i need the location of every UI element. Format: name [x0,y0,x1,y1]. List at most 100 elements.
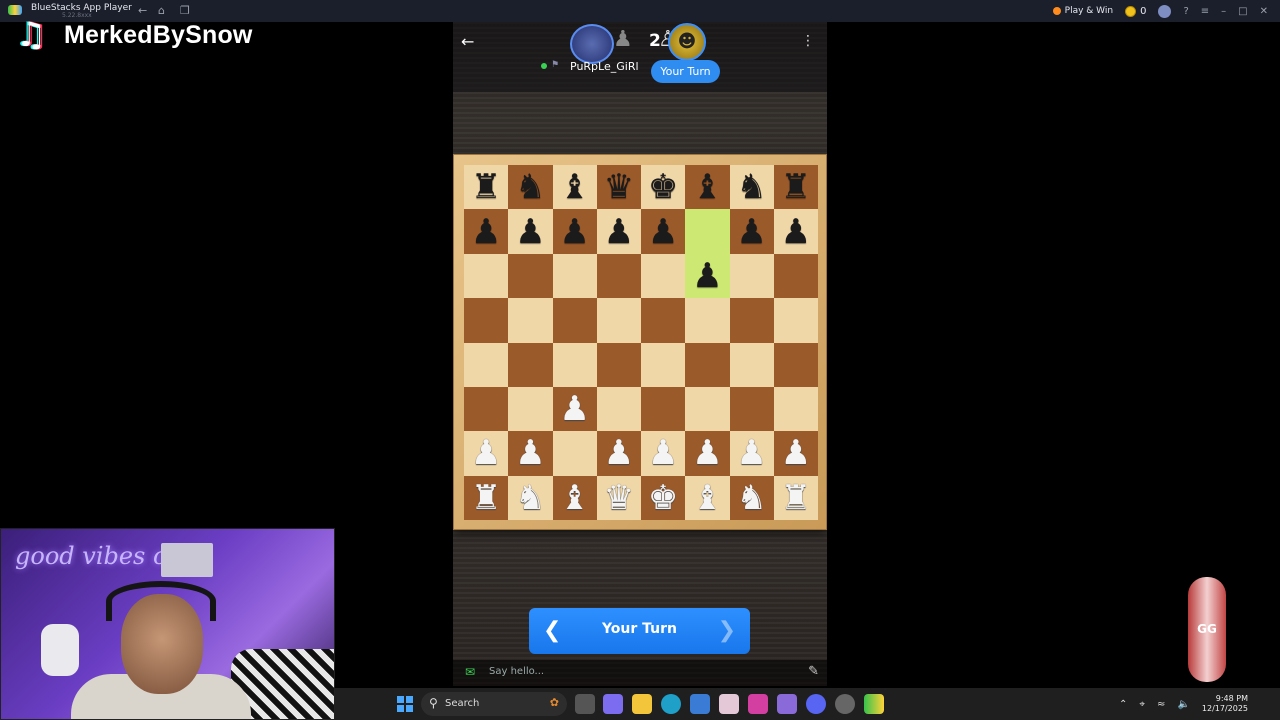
board-square[interactable]: ♟ [685,253,730,299]
white-pawn-icon[interactable]: ♟ [692,436,722,470]
board-square[interactable] [464,342,509,387]
black-knight-icon[interactable]: ♞ [515,170,545,204]
board-square[interactable]: ♟ [464,431,509,476]
board-square[interactable] [464,253,509,299]
board-square[interactable] [729,342,774,387]
board-square[interactable]: ♟ [729,431,774,476]
board-square[interactable]: ♟ [685,431,730,476]
coin-counter[interactable]: 0 [1125,5,1146,17]
white-pawn-icon[interactable]: ♟ [515,436,545,470]
app-icon[interactable] [777,694,797,714]
board-square[interactable] [596,342,641,387]
chess-board[interactable]: ♜ ♞ ♝ ♛ ♚ ♝ ♞ ♜ ♟ ♟ ♟ ♟ ♟ ♟ ♟ ♟ ♟ ♟ ♟ ♟ ♟ ♟ ♟ ♟ ♜ ♞ ♝ ♛ ♚ ♝ ♞ ♜ [464,165,818,520]
board-square[interactable] [552,342,597,387]
board-square[interactable]: ♞ [729,475,774,520]
board-square[interactable] [641,253,686,299]
task-view-icon[interactable] [575,694,595,714]
minimize-icon[interactable]: – [1221,6,1226,17]
board-square[interactable]: ♟ [773,431,818,476]
board-square[interactable]: ♞ [729,165,774,210]
board-square[interactable]: ♟ [641,431,686,476]
board-square[interactable]: ♚ [641,165,686,210]
opponent-avatar[interactable] [570,24,614,64]
board-square[interactable] [773,342,818,387]
board-square[interactable] [508,342,553,387]
board-square[interactable]: ♚ [641,475,686,520]
white-pawn-icon[interactable]: ♟ [648,436,678,470]
board-square[interactable] [596,386,641,432]
notes-icon[interactable] [719,694,739,714]
board-square[interactable] [685,386,730,432]
store-icon[interactable] [690,694,710,714]
board-square[interactable] [641,386,686,432]
white-pawn-icon[interactable]: ♟ [559,392,589,426]
board-square[interactable] [773,298,818,343]
volume-icon[interactable]: 🔈 [1177,699,1189,710]
play-win-button[interactable]: Play & Win [1052,6,1113,16]
board-square[interactable]: ♛ [596,165,641,210]
board-square[interactable]: ♟ [729,209,774,254]
white-pawn-icon[interactable]: ♟ [736,436,766,470]
board-square[interactable]: ♟ [596,431,641,476]
board-square[interactable]: ♞ [508,475,553,520]
board-square[interactable] [773,253,818,299]
board-square[interactable] [508,298,553,343]
board-square[interactable]: ♝ [552,165,597,210]
wifi-icon[interactable]: ≈ [1157,699,1165,710]
black-pawn-icon[interactable]: ♟ [736,215,766,249]
network-icon[interactable]: ⌖ [1139,699,1145,710]
black-bishop-icon[interactable]: ♝ [559,170,589,204]
board-square[interactable]: ♝ [552,475,597,520]
next-move-icon[interactable]: ❯ [718,618,736,643]
board-square[interactable]: ♟ [773,209,818,254]
taskbar-search[interactable]: ⚲ Search ✿ [421,692,567,716]
board-square[interactable]: ♟ [552,386,597,432]
board-square[interactable]: ♟ [641,209,686,254]
black-pawn-icon[interactable]: ♟ [648,215,678,249]
white-pawn-icon[interactable]: ♟ [604,436,634,470]
board-square[interactable]: ♟ [508,209,553,254]
account-avatar[interactable] [1158,4,1172,18]
white-rook-icon[interactable]: ♜ [781,481,811,515]
menu-icon[interactable]: ≡ [1201,6,1209,17]
chat-input[interactable]: Say hello... [489,666,544,677]
board-square[interactable] [464,298,509,343]
chat-icon[interactable]: ✉ [465,665,475,679]
your-turn-button[interactable]: ❮ Your Turn ❯ [529,608,750,654]
white-knight-icon[interactable]: ♞ [736,481,766,515]
board-square[interactable] [552,298,597,343]
more-options-icon[interactable]: ⋮ [801,33,815,49]
edge-icon[interactable] [661,694,681,714]
board-square[interactable]: ♟ [508,431,553,476]
close-icon[interactable]: ✕ [1260,6,1268,17]
black-pawn-icon[interactable]: ♟ [515,215,545,249]
floating-badge[interactable]: GG [1188,577,1226,682]
white-pawn-icon[interactable]: ♟ [471,436,501,470]
black-pawn-icon[interactable]: ♟ [559,215,589,249]
board-square[interactable] [464,386,509,432]
board-square[interactable] [641,298,686,343]
black-rook-icon[interactable]: ♜ [781,170,811,204]
white-bishop-icon[interactable]: ♝ [559,481,589,515]
board-square[interactable]: ♛ [596,475,641,520]
chevron-up-icon[interactable]: ⌃ [1119,699,1127,710]
board-square[interactable] [685,342,730,387]
white-knight-icon[interactable]: ♞ [515,481,545,515]
black-pawn-icon[interactable]: ♟ [781,215,811,249]
board-square[interactable]: ♝ [685,165,730,210]
white-pawn-icon[interactable]: ♟ [781,436,811,470]
board-square[interactable] [641,342,686,387]
clock[interactable]: 9:48 PM 12/17/2025 [1202,694,1248,714]
white-rook-icon[interactable]: ♜ [471,481,501,515]
board-square[interactable] [729,253,774,299]
board-square[interactable]: ♟ [552,209,597,254]
board-square[interactable]: ♜ [773,165,818,210]
copilot-icon[interactable] [748,694,768,714]
board-square[interactable]: ♞ [508,165,553,210]
board-square[interactable]: ♟ [464,209,509,254]
board-square[interactable] [685,298,730,343]
board-square[interactable] [729,298,774,343]
board-square[interactable] [552,431,597,476]
black-bishop-icon[interactable]: ♝ [692,170,722,204]
teams-icon[interactable] [603,694,623,714]
